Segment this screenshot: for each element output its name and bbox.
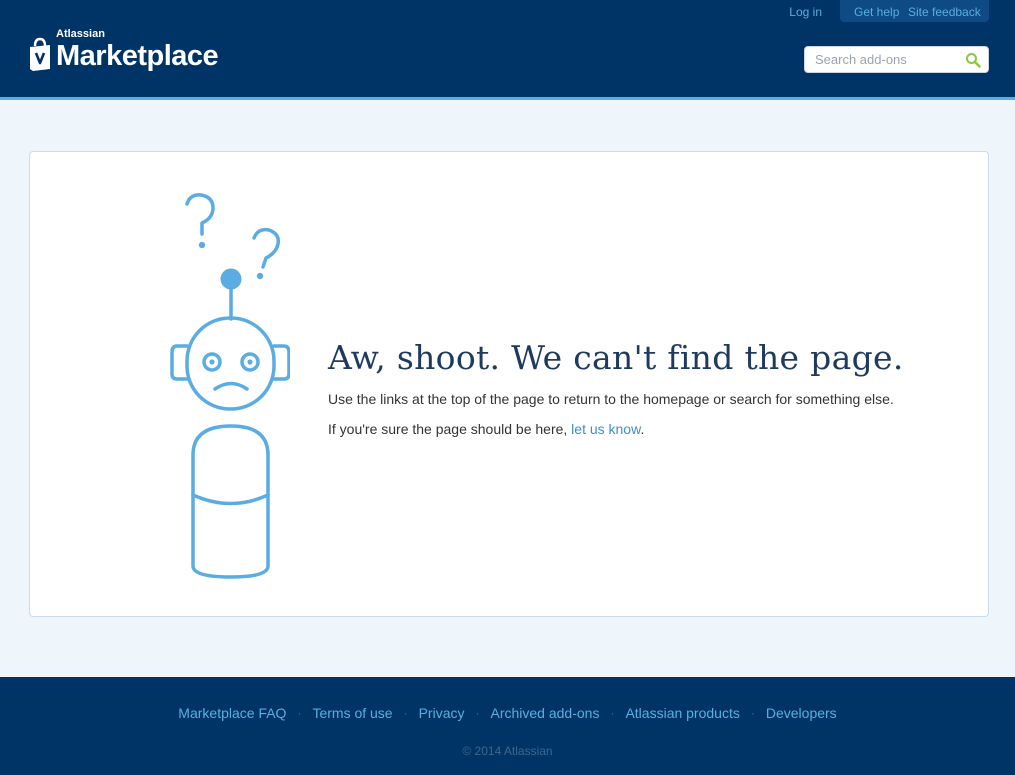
error-card: Aw, shoot. We can't find the page. Use t…	[29, 151, 989, 617]
footer-link-developers[interactable]: Developers	[766, 705, 837, 721]
get-help-link[interactable]: Get help	[854, 5, 899, 19]
report-prefix: If you're sure the page should be here,	[328, 421, 568, 437]
instruction-text: Use the links at the top of the page to …	[328, 391, 894, 407]
footer-separator: ·	[297, 706, 302, 720]
footer-link-atlassian-products[interactable]: Atlassian products	[625, 705, 739, 721]
footer-link-marketplace-faq[interactable]: Marketplace FAQ	[178, 705, 286, 721]
footer-separator: ·	[403, 706, 408, 720]
logo-marketplace-text: Marketplace	[56, 40, 219, 72]
footer-separator: ·	[610, 706, 615, 720]
copyright-text: © 2014 Atlassian	[462, 744, 553, 758]
footer-separator: ·	[475, 706, 480, 720]
site-feedback-link[interactable]: Site feedback	[908, 5, 981, 19]
footer-link-archived-add-ons[interactable]: Archived add-ons	[491, 705, 600, 721]
site-header: Log in Get help Site feedback Atlassian …	[0, 0, 1015, 100]
search-input[interactable]	[805, 47, 955, 72]
report-text: If you're sure the page should be here, …	[328, 420, 968, 438]
footer-link-terms-of-use[interactable]: Terms of use	[312, 705, 392, 721]
let-us-know-link[interactable]: let us know	[571, 421, 640, 437]
help-links-group: Get help Site feedback	[840, 0, 989, 22]
marketplace-logo[interactable]: Atlassian Marketplace	[28, 28, 228, 78]
error-message: Aw, shoot. We can't find the page. Use t…	[328, 338, 968, 438]
search-box	[804, 46, 989, 73]
report-suffix: .	[640, 421, 645, 437]
footer-separator: ·	[750, 706, 755, 720]
error-headline: Aw, shoot. We can't find the page.	[328, 338, 904, 377]
site-footer: Marketplace FAQ · Terms of use · Privacy…	[0, 677, 1015, 775]
logo-atlassian-text: Atlassian	[56, 28, 105, 40]
footer-links: Marketplace FAQ · Terms of use · Privacy…	[0, 705, 1015, 721]
footer-link-privacy[interactable]: Privacy	[419, 705, 465, 721]
login-link[interactable]: Log in	[789, 5, 822, 19]
shopping-bag-logo-icon	[30, 37, 50, 71]
confused-robot-illustration	[170, 193, 290, 579]
search-icon[interactable]	[965, 52, 981, 68]
